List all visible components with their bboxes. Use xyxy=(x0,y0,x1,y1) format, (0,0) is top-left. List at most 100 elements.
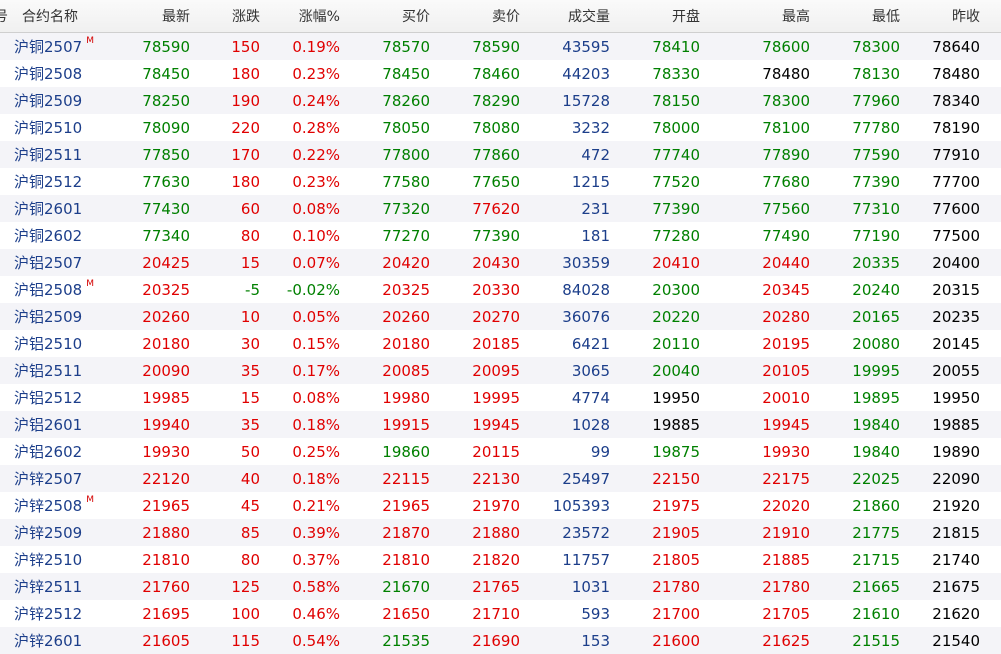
column-header-prev-close[interactable]: 昨收 xyxy=(900,0,980,32)
column-header-low[interactable]: 最低 xyxy=(810,0,900,32)
table-row[interactable]: 沪锌2510 21810 80 0.37% 21810 21820 11757 … xyxy=(0,546,1001,573)
contract-name-cell[interactable]: 沪铝2510 xyxy=(14,330,110,357)
table-row[interactable]: 沪锌2512 21695 100 0.46% 21650 21710 593 2… xyxy=(0,600,1001,627)
column-header-seq[interactable]: 号 xyxy=(0,0,8,32)
table-row[interactable]: 沪铝2507 20425 15 0.07% 20420 20430 30359 … xyxy=(0,249,1001,276)
table-row[interactable]: 沪铜2507 M 78590 150 0.19% 78570 78590 435… xyxy=(0,33,1001,60)
contract-name-cell[interactable]: 沪铜2511 xyxy=(14,141,110,168)
column-header-last[interactable]: 最新 xyxy=(100,0,190,32)
table-row[interactable]: 沪铜2510 78090 220 0.28% 78050 78080 3232 … xyxy=(0,114,1001,141)
table-row[interactable]: 沪铝2602 19930 50 0.25% 19860 20115 99 198… xyxy=(0,438,1001,465)
column-header-change[interactable]: 涨跌 xyxy=(190,0,260,32)
open-price: 78330 xyxy=(652,64,700,83)
table-row[interactable]: 沪铝2512 19985 15 0.08% 19980 19995 4774 1… xyxy=(0,384,1001,411)
low-price: 20080 xyxy=(852,334,900,353)
contract-name-cell[interactable]: 沪铝2511 xyxy=(14,357,110,384)
volume: 44203 xyxy=(562,64,610,83)
contract-name-cell[interactable]: 沪锌2510 xyxy=(14,546,110,573)
last-price: 77630 xyxy=(142,172,190,191)
volume: 472 xyxy=(581,145,610,164)
contract-name: 沪铜2509 xyxy=(14,92,83,110)
table-row[interactable]: 沪锌2601 21605 115 0.54% 21535 21690 153 2… xyxy=(0,627,1001,654)
open-price: 20220 xyxy=(652,307,700,326)
column-header-open[interactable]: 开盘 xyxy=(610,0,700,32)
table-row[interactable]: 沪锌2508 M 21965 45 0.21% 21965 21970 1053… xyxy=(0,492,1001,519)
ask-price: 77620 xyxy=(472,199,520,218)
table-row[interactable]: 沪铜2509 78250 190 0.24% 78260 78290 15728… xyxy=(0,87,1001,114)
open-price: 21700 xyxy=(652,604,700,623)
contract-name-cell[interactable]: 沪锌2511 xyxy=(14,573,110,600)
contract-name-cell[interactable]: 沪锌2507 xyxy=(14,465,110,492)
high-price: 20280 xyxy=(762,307,810,326)
price-change: 50 xyxy=(240,442,260,461)
open-price: 19950 xyxy=(652,388,700,407)
bid-price: 19860 xyxy=(382,442,430,461)
table-row[interactable]: 沪铜2511 77850 170 0.22% 77800 77860 472 7… xyxy=(0,141,1001,168)
table-row[interactable]: 沪铝2601 19940 35 0.18% 19915 19945 1028 1… xyxy=(0,411,1001,438)
contract-name-cell[interactable]: 沪铜2507 M xyxy=(14,33,110,60)
price-change-pct: 0.15% xyxy=(292,334,340,353)
table-row[interactable]: 沪锌2511 21760 125 0.58% 21670 21765 1031 … xyxy=(0,573,1001,600)
ask-price: 21710 xyxy=(472,604,520,623)
column-header-pct[interactable]: 涨幅% xyxy=(260,0,340,32)
volume: 23572 xyxy=(562,523,610,542)
last-price: 19985 xyxy=(142,388,190,407)
ask-price: 78460 xyxy=(472,64,520,83)
contract-name-cell[interactable]: 沪铜2512 xyxy=(14,168,110,195)
contract-name: 沪铜2512 xyxy=(14,173,83,191)
contract-name-cell[interactable]: 沪铜2602 xyxy=(14,222,110,249)
table-row[interactable]: 沪铜2508 78450 180 0.23% 78450 78460 44203… xyxy=(0,60,1001,87)
contract-name-cell[interactable]: 沪铝2508 M xyxy=(14,276,110,303)
column-header-ask[interactable]: 卖价 xyxy=(430,0,520,32)
contract-name-cell[interactable]: 沪铝2512 xyxy=(14,384,110,411)
contract-name-cell[interactable]: 沪铜2510 xyxy=(14,114,110,141)
contract-name-cell[interactable]: 沪铜2508 xyxy=(14,60,110,87)
table-row[interactable]: 沪铝2509 20260 10 0.05% 20260 20270 36076 … xyxy=(0,303,1001,330)
high-price: 21705 xyxy=(762,604,810,623)
contract-name-cell[interactable]: 沪锌2508 M xyxy=(14,492,110,519)
table-row[interactable]: 沪铜2601 77430 60 0.08% 77320 77620 231 77… xyxy=(0,195,1001,222)
price-change-pct: 0.24% xyxy=(292,91,340,110)
contract-name-cell[interactable]: 沪铝2507 xyxy=(14,249,110,276)
low-price: 77590 xyxy=(852,145,900,164)
contract-name-cell[interactable]: 沪锌2512 xyxy=(14,600,110,627)
contract-name-cell[interactable]: 沪锌2509 xyxy=(14,519,110,546)
ask-price: 22130 xyxy=(472,469,520,488)
table-row[interactable]: 沪铜2602 77340 80 0.10% 77270 77390 181 77… xyxy=(0,222,1001,249)
table-row[interactable]: 沪铝2508 M 20325 -5 -0.02% 20325 20330 840… xyxy=(0,276,1001,303)
contract-name-cell[interactable]: 沪铝2602 xyxy=(14,438,110,465)
table-row[interactable]: 沪锌2509 21880 85 0.39% 21870 21880 23572 … xyxy=(0,519,1001,546)
contract-name-cell[interactable]: 沪锌2601 xyxy=(14,627,110,654)
price-change: 125 xyxy=(231,577,260,596)
last-price: 77850 xyxy=(142,145,190,164)
contract-name-cell[interactable]: 沪铝2509 xyxy=(14,303,110,330)
high-price: 19930 xyxy=(762,442,810,461)
price-change-pct: 0.18% xyxy=(292,469,340,488)
column-header-high[interactable]: 最高 xyxy=(700,0,810,32)
contract-name: 沪锌2512 xyxy=(14,605,83,623)
contract-name-cell[interactable]: 沪铝2601 xyxy=(14,411,110,438)
ask-price: 77650 xyxy=(472,172,520,191)
contract-name-cell[interactable]: 沪铜2509 xyxy=(14,87,110,114)
contract-name-cell[interactable]: 沪铜2601 xyxy=(14,195,110,222)
table-row[interactable]: 沪铝2511 20090 35 0.17% 20085 20095 3065 2… xyxy=(0,357,1001,384)
table-row[interactable]: 沪铜2512 77630 180 0.23% 77580 77650 1215 … xyxy=(0,168,1001,195)
price-change: 220 xyxy=(231,118,260,137)
ask-price: 21765 xyxy=(472,577,520,596)
open-price: 77740 xyxy=(652,145,700,164)
table-row[interactable]: 沪锌2507 22120 40 0.18% 22115 22130 25497 … xyxy=(0,465,1001,492)
volume: 593 xyxy=(581,604,610,623)
column-header-volume[interactable]: 成交量 xyxy=(520,0,610,32)
ask-price: 20115 xyxy=(472,442,520,461)
prev-close: 20315 xyxy=(932,280,980,299)
low-price: 77310 xyxy=(852,199,900,218)
volume: 3065 xyxy=(571,361,610,380)
last-price: 78250 xyxy=(142,91,190,110)
bid-price: 19980 xyxy=(382,388,430,407)
prev-close: 21740 xyxy=(932,550,980,569)
table-row[interactable]: 沪铝2510 20180 30 0.15% 20180 20185 6421 2… xyxy=(0,330,1001,357)
open-price: 21975 xyxy=(652,496,700,515)
column-header-bid[interactable]: 买价 xyxy=(340,0,430,32)
contract-name: 沪铜2511 xyxy=(14,146,83,164)
prev-close: 78640 xyxy=(932,37,980,56)
